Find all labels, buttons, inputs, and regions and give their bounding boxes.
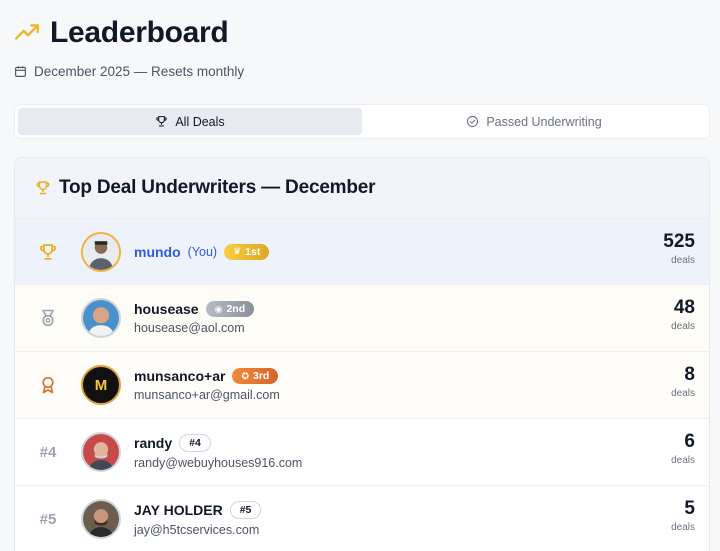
leaderboard-row[interactable]: M munsanco+ar ✪ 3rd munsanco+ar@gmail.co… [15, 352, 709, 419]
user-email: jay@h5tcservices.com [134, 523, 260, 537]
deals-label: deals [671, 455, 695, 466]
rank-badge: #4 [179, 434, 211, 452]
deals-number: 8 [684, 364, 695, 385]
check-circle-icon [466, 115, 479, 128]
deals-label: deals [671, 388, 695, 399]
award-icon: ✪ [241, 370, 249, 381]
card-title: Top Deal Underwriters — December [59, 177, 376, 198]
leaderboard-row[interactable]: #5 JAY HOLDER #5 jay@h5tcservices.com 5 … [15, 486, 709, 551]
user-email: housease@aol.com [134, 321, 245, 335]
trophy-icon [38, 242, 58, 262]
tab-bar: All Deals Passed Underwriting [14, 104, 710, 139]
rank-badge: ✪ 3rd [232, 368, 279, 384]
leaderboard-card: Top Deal Underwriters — December mundo (… [14, 157, 710, 551]
rank-badge-label: #4 [189, 437, 201, 449]
you-label: (You) [187, 244, 218, 259]
rank-badge-label: 2nd [226, 303, 246, 315]
deals-label: deals [671, 255, 695, 266]
page-header: Leaderboard December 2025 — Resets month… [14, 16, 244, 79]
leaderboard-row[interactable]: mundo (You) ♛ 1st 525 deals [15, 219, 709, 285]
deals-label: deals [671, 522, 695, 533]
medal-icon [38, 308, 58, 328]
rank-badge: ◉ 2nd [205, 301, 255, 317]
deals-count: 525 deals [663, 231, 695, 266]
deals-label: deals [671, 321, 695, 332]
tab-label: All Deals [175, 114, 225, 129]
award-icon [38, 375, 58, 395]
user-name[interactable]: randy [134, 435, 172, 451]
rank-cell: #5 [15, 511, 81, 528]
tab-passed-underwriting[interactable]: Passed Underwriting [362, 108, 706, 135]
rank-badge: #5 [229, 501, 262, 519]
rank-cell: #4 [15, 444, 81, 461]
tab-all-deals[interactable]: All Deals [18, 108, 362, 135]
avatar [81, 231, 121, 272]
rank-cell [15, 242, 81, 262]
deals-number: 48 [673, 297, 695, 318]
user-email: randy@webuyhouses916.com [134, 456, 303, 470]
deals-count: 5 deals [671, 498, 695, 533]
user-email: munsanco+ar@gmail.com [134, 388, 280, 402]
user-name[interactable]: housease [134, 301, 199, 317]
deals-count: 8 deals [671, 364, 695, 399]
tab-label: Passed Underwriting [486, 114, 602, 129]
trophy-icon [155, 115, 168, 128]
crown-icon: ♛ [233, 246, 242, 256]
deals-number: 5 [684, 498, 695, 519]
deals-number: 525 [663, 231, 695, 252]
rank-cell [15, 308, 81, 328]
deals-number: 6 [684, 431, 695, 452]
avatar-initial: M [94, 376, 108, 394]
card-header: Top Deal Underwriters — December [15, 158, 709, 219]
rank-badge-label: #5 [239, 504, 252, 516]
deals-count: 6 deals [671, 431, 695, 466]
rank-badge: ♛ 1st [224, 243, 270, 260]
user-name[interactable]: JAY HOLDER [134, 502, 223, 518]
avatar [81, 499, 121, 539]
trophy-icon [35, 180, 51, 196]
rank-cell [15, 375, 81, 395]
avatar [81, 298, 121, 338]
page-subtitle: December 2025 — Resets monthly [34, 64, 245, 79]
avatar [81, 432, 121, 472]
user-name[interactable]: mundo [134, 244, 181, 260]
leaderboard-row[interactable]: #4 randy #4 randy@webuyhouses916.com 6 d… [15, 419, 709, 486]
rank-badge-label: 1st [245, 245, 261, 258]
calendar-icon [14, 65, 27, 78]
medal-icon: ◉ [214, 303, 223, 314]
page-title: Leaderboard [50, 16, 229, 49]
user-name[interactable]: munsanco+ar [134, 368, 225, 384]
leaderboard-row[interactable]: housease ◉ 2nd housease@aol.com 48 deals [15, 285, 709, 352]
rank-number: #4 [39, 443, 57, 461]
avatar: M [81, 365, 121, 405]
trending-up-icon [14, 20, 40, 46]
rank-badge-label: 3rd [252, 370, 270, 382]
deals-count: 48 deals [671, 297, 695, 332]
rank-number: #5 [39, 510, 57, 528]
